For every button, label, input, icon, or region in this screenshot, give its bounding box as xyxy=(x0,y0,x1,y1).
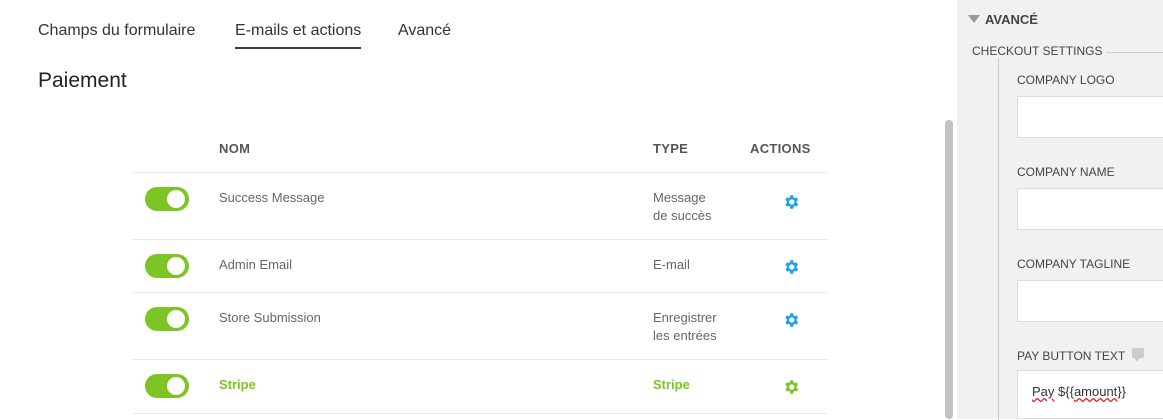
row-type-line1: Stripe xyxy=(653,377,690,392)
table-row: Stripe Stripe xyxy=(133,359,827,414)
advanced-section-header[interactable]: AVANCÉ xyxy=(968,12,1038,27)
toggle-knob xyxy=(167,310,185,328)
row-type-line1: Enregistrer xyxy=(653,310,717,325)
advanced-section-title: AVANCÉ xyxy=(985,12,1038,27)
pay-template-close: }} xyxy=(1117,384,1126,399)
row-enable-toggle[interactable] xyxy=(145,187,189,211)
checkout-settings-title: CHECKOUT SETTINGS xyxy=(968,44,1107,58)
row-enable-toggle[interactable] xyxy=(145,307,189,331)
gear-icon[interactable] xyxy=(782,378,800,396)
pay-button-text-label: PAY BUTTON TEXT xyxy=(1017,349,1126,363)
row-type-line1: E-mail xyxy=(653,257,690,272)
row-enable-toggle[interactable] xyxy=(145,374,189,398)
header-type: TYPE xyxy=(653,141,689,156)
row-type-line1: Message xyxy=(653,190,706,205)
row-name: Store Submission xyxy=(219,310,321,325)
tab-form-fields[interactable]: Champs du formulaire xyxy=(38,20,195,42)
row-type-line2: les entrées xyxy=(653,328,717,343)
company-name-label: COMPANY NAME xyxy=(1017,165,1115,179)
table-row: Admin Email E-mail xyxy=(133,239,827,293)
company-name-input[interactable] xyxy=(1017,188,1163,230)
row-enable-toggle[interactable] xyxy=(145,254,189,278)
row-name: Stripe xyxy=(219,377,256,392)
gear-icon[interactable] xyxy=(782,193,800,211)
pay-word: Pay xyxy=(1032,384,1055,399)
toggle-knob xyxy=(167,377,185,395)
company-tagline-input[interactable] xyxy=(1017,280,1163,322)
tab-advanced[interactable]: Avancé xyxy=(398,20,451,42)
row-name: Admin Email xyxy=(219,257,292,272)
header-actions: ACTIONS xyxy=(750,141,811,156)
table-row: Success Message Message de succès xyxy=(133,172,827,240)
company-logo-label: COMPANY LOGO xyxy=(1017,73,1115,87)
scrollbar[interactable] xyxy=(945,120,953,419)
header-name: NOM xyxy=(219,141,251,156)
main-panel: Champs du formulaire E-mails et actions … xyxy=(0,0,957,419)
scrollbar-thumb[interactable] xyxy=(945,120,953,419)
toggle-knob xyxy=(167,190,185,208)
gear-icon[interactable] xyxy=(782,311,800,329)
page-title: Paiement xyxy=(38,69,127,92)
company-logo-input[interactable] xyxy=(1017,96,1163,138)
toggle-knob xyxy=(167,257,185,275)
pay-template-token: amount xyxy=(1073,384,1118,399)
pay-template-open: ${ xyxy=(1054,384,1070,399)
row-name: Success Message xyxy=(219,190,325,205)
table-row: Store Submission Enregistrer les entrées xyxy=(133,292,827,360)
tab-emails-actions[interactable]: E-mails et actions xyxy=(235,20,362,49)
row-type-line2: de succès xyxy=(653,208,712,223)
comment-icon[interactable] xyxy=(1132,348,1144,362)
pay-button-text-input[interactable]: Pay ${{amount}} xyxy=(1017,370,1163,419)
company-tagline-label: COMPANY TAGLINE xyxy=(1017,257,1131,271)
gear-icon[interactable] xyxy=(782,258,800,276)
collapse-arrow-icon[interactable] xyxy=(968,15,980,23)
